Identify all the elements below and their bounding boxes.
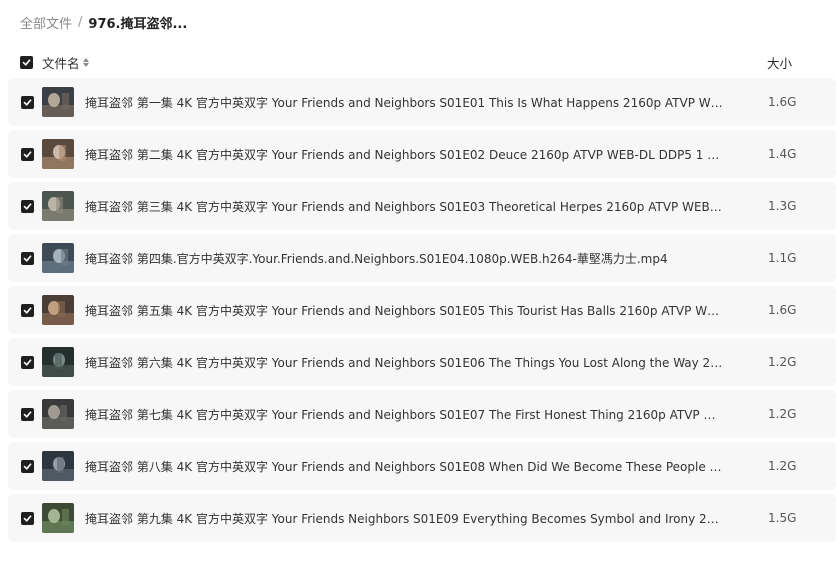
file-name[interactable]: 掩耳盗邻 第八集 4K 官方中英双字 Your Friends and Neig… (85, 458, 725, 475)
file-size: 1.6G (768, 95, 797, 109)
video-thumbnail (42, 87, 74, 117)
check-icon (23, 202, 32, 210)
file-row[interactable]: 掩耳盗邻 第一集 4K 官方中英双字 Your Friends and Neig… (8, 78, 836, 126)
video-thumbnail (42, 451, 74, 481)
breadcrumb-root-link[interactable]: 全部文件 (20, 13, 72, 32)
breadcrumb: 全部文件 / 976.掩耳盗邻... (20, 12, 187, 32)
file-name[interactable]: 掩耳盗邻 第五集 4K 官方中英双字 Your Friends and Neig… (85, 302, 725, 319)
file-size: 1.3G (768, 199, 797, 213)
video-thumbnail (42, 139, 74, 169)
file-size: 1.5G (768, 511, 797, 525)
file-size: 1.2G (768, 459, 797, 473)
video-thumbnail (42, 191, 74, 221)
file-checkbox[interactable] (21, 95, 34, 109)
file-checkbox[interactable] (21, 355, 34, 369)
breadcrumb-current-folder: 976.掩耳盗邻... (88, 16, 188, 32)
file-checkbox[interactable] (21, 251, 34, 265)
video-thumbnail (42, 243, 74, 273)
breadcrumb-separator: / (78, 14, 83, 30)
select-all-checkbox[interactable] (20, 55, 33, 69)
file-name[interactable]: 掩耳盗邻 第一集 4K 官方中英双字 Your Friends and Neig… (85, 94, 725, 111)
video-thumbnail (42, 295, 74, 325)
file-checkbox[interactable] (21, 459, 34, 473)
check-icon (23, 98, 32, 106)
file-name[interactable]: 掩耳盗邻 第六集 4K 官方中英双字 Your Friends and Neig… (85, 354, 725, 371)
video-thumbnail (42, 347, 74, 377)
file-row[interactable]: 掩耳盗邻 第五集 4K 官方中英双字 Your Friends and Neig… (8, 286, 836, 334)
check-icon (23, 410, 32, 418)
check-icon (23, 514, 32, 522)
file-size: 1.6G (768, 303, 797, 317)
name-column-header[interactable]: 文件名 (42, 53, 89, 72)
file-name[interactable]: 掩耳盗邻 第三集 4K 官方中英双字 Your Friends and Neig… (85, 198, 725, 215)
file-size: 1.2G (768, 355, 797, 369)
file-name[interactable]: 掩耳盗邻 第二集 4K 官方中英双字 Your Friends and Neig… (85, 146, 725, 163)
file-row[interactable]: 掩耳盗邻 第六集 4K 官方中英双字 Your Friends and Neig… (8, 338, 836, 386)
file-size: 1.2G (768, 407, 797, 421)
check-icon (23, 254, 32, 262)
size-column-header[interactable]: 大小 (767, 53, 792, 72)
file-checkbox[interactable] (21, 147, 34, 161)
name-column-label: 文件名 (42, 55, 80, 71)
file-checkbox[interactable] (21, 407, 34, 421)
file-row[interactable]: 掩耳盗邻 第七集 4K 官方中英双字 Your Friends and Neig… (8, 390, 836, 438)
file-name[interactable]: 掩耳盗邻 第四集.官方中英双字.Your.Friends.and.Neighbo… (85, 250, 725, 267)
file-size: 1.1G (768, 251, 797, 265)
file-row[interactable]: 掩耳盗邻 第三集 4K 官方中英双字 Your Friends and Neig… (8, 182, 836, 230)
file-row[interactable]: 掩耳盗邻 第四集.官方中英双字.Your.Friends.and.Neighbo… (8, 234, 836, 282)
file-row[interactable]: 掩耳盗邻 第八集 4K 官方中英双字 Your Friends and Neig… (8, 442, 836, 490)
check-icon (23, 306, 32, 314)
file-row[interactable]: 掩耳盗邻 第九集 4K 官方中英双字 Your Friends Neighbor… (8, 494, 836, 542)
file-name[interactable]: 掩耳盗邻 第九集 4K 官方中英双字 Your Friends Neighbor… (85, 510, 725, 527)
check-icon (22, 58, 31, 66)
video-thumbnail (42, 503, 74, 533)
file-checkbox[interactable] (21, 303, 34, 317)
check-icon (23, 150, 32, 158)
file-list-header: 文件名 大小 (20, 52, 836, 72)
file-checkbox[interactable] (21, 511, 34, 525)
file-size: 1.4G (768, 147, 797, 161)
check-icon (23, 462, 32, 470)
file-name[interactable]: 掩耳盗邻 第七集 4K 官方中英双字 Your Friends and Neig… (85, 406, 725, 423)
file-checkbox[interactable] (21, 199, 34, 213)
sort-icon[interactable] (82, 57, 89, 67)
file-row[interactable]: 掩耳盗邻 第二集 4K 官方中英双字 Your Friends and Neig… (8, 130, 836, 178)
check-icon (23, 358, 32, 366)
file-browser: 全部文件 / 976.掩耳盗邻... 文件名 大小 掩耳盗邻 第一集 4K 官方… (0, 0, 836, 568)
video-thumbnail (42, 399, 74, 429)
